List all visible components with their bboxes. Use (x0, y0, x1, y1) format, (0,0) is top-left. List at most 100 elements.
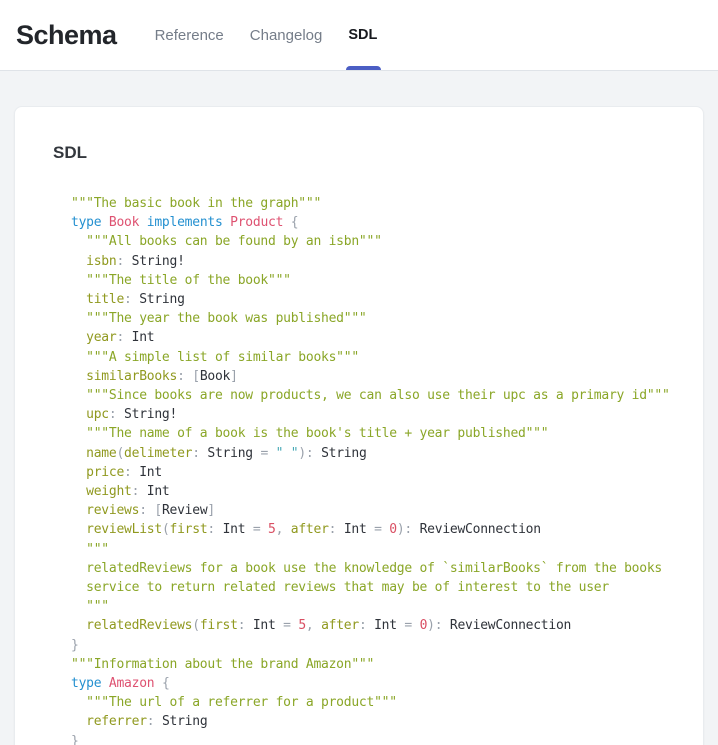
code-token-fld: title (86, 292, 124, 307)
code-line: """All books can be found by an isbn""" (71, 232, 693, 251)
code-line: weight: Int (71, 482, 693, 501)
code-token-pun: : (124, 465, 132, 480)
code-token-sp (367, 618, 375, 633)
code-line: """The year the book was published""" (71, 309, 693, 328)
code-token-fld: weight (86, 484, 131, 499)
code-token-doc: """The year the book was published""" (86, 311, 366, 326)
code-token-pun: ): (427, 618, 442, 633)
code-line: upc: String! (71, 405, 693, 424)
sdl-heading: SDL (53, 143, 693, 163)
code-token-fld: upc (86, 407, 109, 422)
code-token-sp (71, 714, 86, 729)
code-token-fld: first (170, 522, 208, 537)
code-token-pun: ): (298, 446, 313, 461)
code-token-pun: ): (397, 522, 412, 537)
code-token-typ: String! (124, 407, 177, 422)
code-token-sp (412, 618, 420, 633)
code-token-fld: price (86, 465, 124, 480)
code-token-str: " " (276, 446, 299, 461)
page-title: Schema (16, 20, 117, 51)
code-token-sp (71, 369, 86, 384)
main-content: SDL """The basic book in the graph""" typ… (0, 71, 718, 745)
code-token-fld: year (86, 330, 116, 345)
code-line: """Information about the brand Amazon""" (71, 655, 693, 674)
code-token-kw: implements (147, 215, 223, 230)
code-token-pun: = (404, 618, 412, 633)
code-token-doc: relatedReviews for a book use the knowle… (86, 561, 662, 576)
code-line: type Amazon { (71, 674, 693, 693)
code-line: reviewList(first: Int = 5, after: Int = … (71, 520, 693, 539)
code-token-sp (154, 714, 162, 729)
tab-reference[interactable]: Reference (155, 0, 224, 70)
sdl-card: SDL """The basic book in the graph""" typ… (14, 106, 704, 745)
page-header: Schema Reference Changelog SDL (0, 0, 718, 71)
code-token-typ: ReviewConnection (450, 618, 571, 633)
code-token-fld: after (321, 618, 359, 633)
code-token-sp (283, 215, 291, 230)
tab-changelog[interactable]: Changelog (250, 0, 323, 70)
code-token-typ: Int (147, 484, 170, 499)
code-token-typ: Int (253, 618, 276, 633)
code-token-doc: """The basic book in the graph""" (71, 196, 321, 211)
code-token-fld: name (86, 446, 116, 461)
code-token-fld: reviewList (86, 522, 162, 537)
code-token-sp (71, 292, 86, 307)
code-token-pun: { (291, 215, 299, 230)
code-token-sp (71, 254, 86, 269)
code-token-typ: Review (162, 503, 207, 518)
code-token-sp (71, 465, 86, 480)
code-token-sp (71, 484, 86, 499)
code-token-sp (71, 618, 86, 633)
code-line: relatedReviews for a book use the knowle… (71, 559, 693, 578)
code-line: """The url of a referrer for a product""… (71, 693, 693, 712)
code-token-pun: ] (230, 369, 238, 384)
code-line: isbn: String! (71, 252, 693, 271)
code-token-typ: ReviewConnection (420, 522, 541, 537)
code-line: """The title of the book""" (71, 271, 693, 290)
code-token-doc: """The url of a referrer for a product""… (86, 695, 397, 710)
code-token-pun: ( (162, 522, 170, 537)
code-token-typ: Int (132, 330, 155, 345)
tab-sdl[interactable]: SDL (348, 0, 377, 70)
code-token-sp (116, 407, 124, 422)
code-token-cls: Amazon (109, 676, 154, 691)
code-token-sp (313, 618, 321, 633)
code-line: } (71, 636, 693, 655)
code-token-pun: = (260, 446, 268, 461)
code-line: """Since books are now products, we can … (71, 386, 693, 405)
code-token-pun: : (124, 292, 132, 307)
code-token-pun: : (177, 369, 185, 384)
code-line: year: Int (71, 328, 693, 347)
code-token-fld: delimeter (124, 446, 192, 461)
code-token-num: 5 (268, 522, 276, 537)
sdl-code-block: """The basic book in the graph"""type Bo… (71, 194, 693, 745)
code-token-sp (412, 522, 420, 537)
code-token-typ: String (139, 292, 184, 307)
code-token-kw: type (71, 215, 101, 230)
code-token-pun: { (162, 676, 170, 691)
code-token-doc: """The name of a book is the book's titl… (86, 426, 548, 441)
code-token-sp (336, 522, 344, 537)
code-token-sp (71, 542, 86, 557)
code-token-num: 0 (389, 522, 397, 537)
code-line: """The basic book in the graph""" (71, 194, 693, 213)
code-token-typ: Int (223, 522, 246, 537)
code-token-typ: String (207, 446, 252, 461)
code-token-sp (139, 215, 147, 230)
code-token-sp (139, 484, 147, 499)
code-token-pun: = (283, 618, 291, 633)
code-token-fld: similarBooks (86, 369, 177, 384)
code-line: """ (71, 597, 693, 616)
code-token-fld: relatedReviews (86, 618, 192, 633)
code-line: } (71, 732, 693, 745)
code-token-sp (442, 618, 450, 633)
code-token-fld: referrer (86, 714, 147, 729)
code-token-pun: : (139, 503, 147, 518)
code-line: name(delimeter: String = " "): String (71, 444, 693, 463)
code-token-sp (71, 580, 86, 595)
code-line: relatedReviews(first: Int = 5, after: In… (71, 616, 693, 635)
code-token-sp (314, 446, 322, 461)
code-token-pun: : (192, 446, 200, 461)
code-token-pun: ( (192, 618, 200, 633)
code-token-sp (71, 446, 86, 461)
